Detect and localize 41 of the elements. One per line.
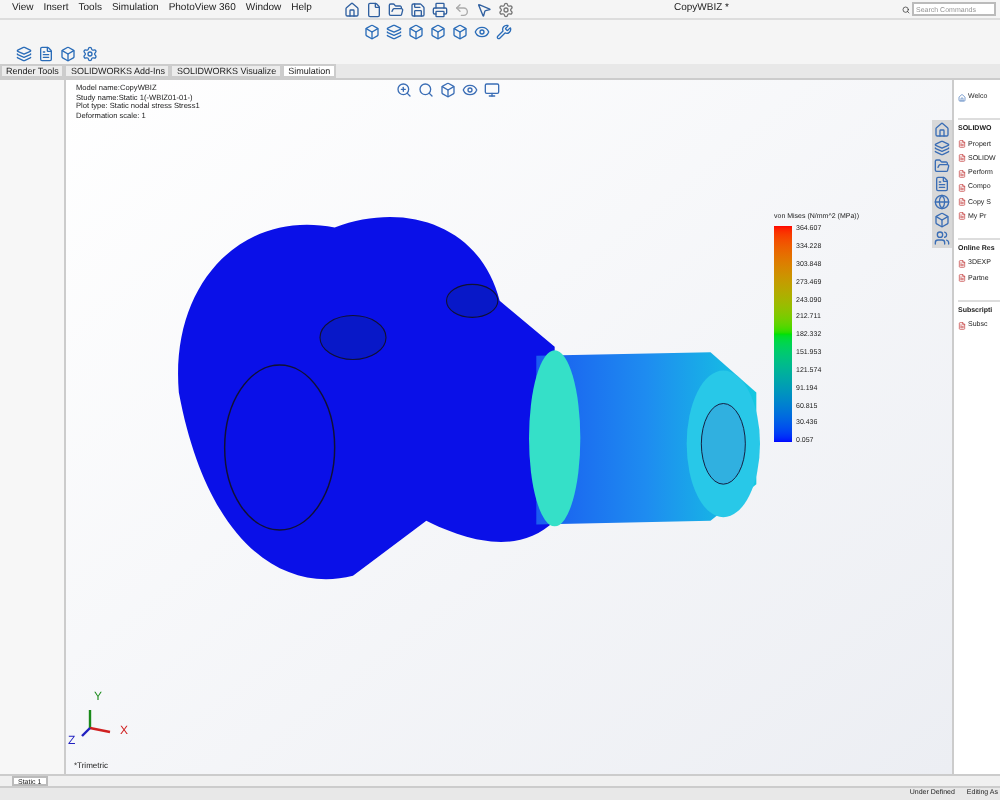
new-file-icon[interactable] [366, 1, 382, 17]
cube-icon[interactable] [430, 24, 446, 40]
people-icon[interactable] [934, 230, 950, 246]
document-icon [958, 212, 966, 221]
print-icon[interactable] [432, 1, 448, 17]
document-icon [958, 259, 966, 268]
document-icon[interactable] [934, 176, 950, 192]
cube-icon[interactable] [452, 24, 468, 40]
layers-icon[interactable] [934, 140, 950, 156]
document-icon [958, 274, 966, 283]
document-icon [958, 154, 966, 163]
folder-icon[interactable] [388, 1, 404, 17]
settings-icon[interactable] [498, 1, 514, 17]
save-icon[interactable] [410, 1, 426, 17]
home-icon[interactable] [934, 122, 950, 138]
document-icon [958, 169, 966, 178]
monitor-icon[interactable] [484, 82, 500, 98]
search-icon[interactable] [418, 82, 434, 98]
pointer-icon[interactable] [476, 1, 492, 17]
home-icon [958, 93, 966, 102]
cube-icon[interactable] [364, 24, 380, 40]
home-icon[interactable] [344, 1, 360, 17]
cube-icon[interactable] [408, 24, 424, 40]
cube-icon[interactable] [60, 46, 76, 62]
globe-icon[interactable] [934, 194, 950, 210]
cube-icon[interactable] [440, 82, 456, 98]
zoom-icon[interactable] [396, 82, 412, 98]
document-icon [958, 183, 966, 192]
cube-icon[interactable] [934, 212, 950, 228]
eye-icon[interactable] [474, 24, 490, 40]
document-icon[interactable] [38, 46, 54, 62]
wrench-icon[interactable] [496, 24, 512, 40]
document-icon [958, 198, 966, 207]
layers-icon[interactable] [386, 24, 402, 40]
document-icon [958, 140, 966, 149]
settings-icon[interactable] [82, 46, 98, 62]
document-icon [958, 321, 966, 330]
eye-icon[interactable] [462, 82, 478, 98]
folder-icon[interactable] [934, 158, 950, 174]
search-icon [902, 5, 910, 13]
layers-icon[interactable] [16, 46, 32, 62]
